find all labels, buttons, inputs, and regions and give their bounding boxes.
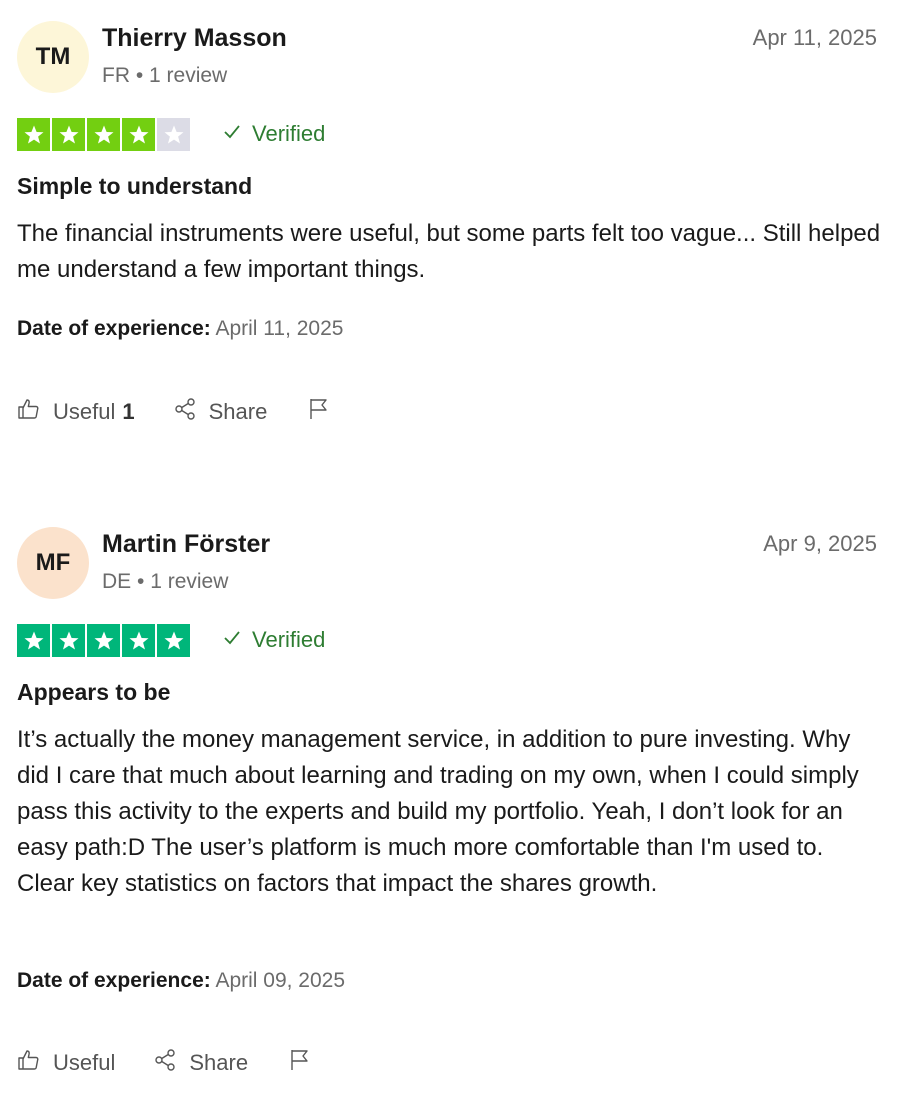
star-icon <box>122 118 155 151</box>
useful-button[interactable]: Useful <box>17 1048 115 1078</box>
avatar: MF <box>17 527 89 599</box>
verified-label: Verified <box>252 121 326 146</box>
review-body: It’s actually the money management servi… <box>17 726 859 897</box>
reviewer-meta: DE • 1 review <box>102 570 229 593</box>
star-icon <box>52 118 85 151</box>
star-icon <box>17 624 50 657</box>
report-button[interactable] <box>288 1048 312 1078</box>
experience-label: Date of experience: <box>17 317 211 340</box>
reviewer-name[interactable]: Thierry Masson <box>102 24 287 53</box>
star-icon <box>87 118 120 151</box>
share-icon <box>153 1048 177 1078</box>
reviewer-meta: FR • 1 review <box>102 64 228 87</box>
star-icon <box>52 624 85 657</box>
checkmark-icon <box>222 121 242 147</box>
useful-button[interactable]: Useful 1 <box>17 397 135 427</box>
verified-label: Verified <box>252 627 326 652</box>
star-rating <box>17 624 190 657</box>
useful-count: 1 <box>122 399 135 424</box>
share-label: Share <box>208 399 268 424</box>
reviewer-name[interactable]: Martin Förster <box>102 530 270 559</box>
thumbs-up-icon <box>17 397 41 427</box>
star-rating <box>17 118 190 151</box>
report-button[interactable] <box>307 397 331 427</box>
star-icon <box>87 624 120 657</box>
star-icon <box>122 624 155 657</box>
review-title: Simple to understand <box>17 173 253 199</box>
review-title: Appears to be <box>17 679 171 705</box>
experience-label: Date of experience: <box>17 969 211 992</box>
avatar: TM <box>17 21 89 93</box>
review-actions: Useful 1 Share <box>17 397 331 427</box>
review-body: The financial instruments were useful, b… <box>17 220 881 283</box>
flag-icon <box>288 1048 312 1078</box>
date-of-experience: Date of experience: April 09, 2025 <box>17 969 345 993</box>
share-label: Share <box>189 1050 249 1075</box>
experience-date: April 11, 2025 <box>215 317 344 340</box>
date-of-experience: Date of experience: April 11, 2025 <box>17 317 343 341</box>
share-button[interactable]: Share <box>173 397 268 427</box>
review-actions: Useful Share <box>17 1048 312 1078</box>
review-date: Apr 9, 2025 <box>763 531 877 556</box>
useful-label: Useful <box>53 399 116 424</box>
share-button[interactable]: Share <box>153 1048 248 1078</box>
star-icon <box>17 118 50 151</box>
verified-badge[interactable]: Verified <box>222 627 325 653</box>
star-icon <box>157 118 190 151</box>
checkmark-icon <box>222 627 242 653</box>
review-date: Apr 11, 2025 <box>752 25 877 50</box>
useful-label: Useful <box>53 1050 116 1075</box>
star-icon <box>157 624 190 657</box>
flag-icon <box>307 397 331 427</box>
thumbs-up-icon <box>17 1048 41 1078</box>
verified-badge[interactable]: Verified <box>222 121 325 147</box>
experience-date: April 09, 2025 <box>215 969 346 992</box>
share-icon <box>173 397 197 427</box>
